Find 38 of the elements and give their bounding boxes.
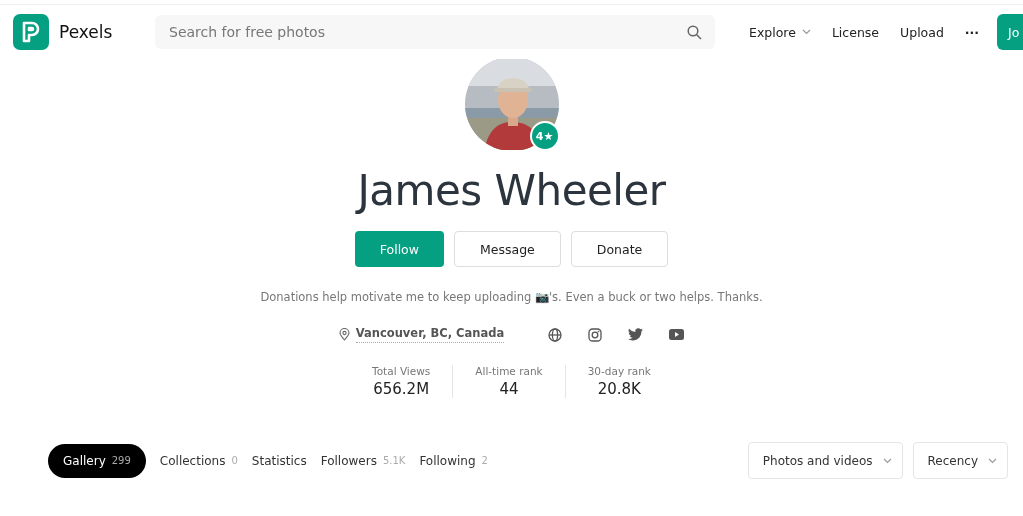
filter-dropdown[interactable]: Photos and videos: [747, 442, 903, 479]
nav-link[interactable]: Explore: [749, 24, 811, 40]
stat-value: 20.8K: [597, 380, 641, 398]
tab-count: 0: [231, 455, 238, 466]
more-menu[interactable]: ···: [964, 24, 980, 40]
action-button[interactable]: Donate: [570, 231, 669, 267]
chevron-icon: [988, 457, 997, 464]
filter-dropdown[interactable]: Recency: [912, 442, 1008, 479]
bird-icon[interactable]: [628, 328, 644, 341]
chevron-icon: [801, 29, 811, 35]
tab[interactable]: Collections 0: [152, 443, 245, 478]
nav-link[interactable]: Upload: [900, 24, 944, 40]
tab[interactable]: Gallery 299: [48, 443, 146, 478]
stat-label: All-time rank: [475, 365, 543, 377]
stat-label: Total Views: [372, 365, 431, 377]
play-icon[interactable]: [669, 329, 685, 340]
instagram-icon[interactable]: [588, 327, 603, 342]
tab-count: 299: [111, 455, 131, 466]
tab-count: 5.1K: [382, 455, 406, 466]
tab[interactable]: Statistics: [244, 443, 314, 478]
chevron-icon: [882, 457, 892, 464]
logo-icon[interactable]: [13, 14, 49, 50]
search-field[interactable]: Search for free photos: [155, 15, 715, 49]
stat-value: 44: [499, 380, 519, 398]
action-button[interactable]: Message: [454, 231, 561, 267]
location-link[interactable]: Vancouver, BC, Canada: [355, 326, 505, 343]
stat-label: 30-day rank: [587, 365, 651, 377]
location-pin-icon: [338, 328, 350, 341]
logo-text[interactable]: Pexels: [59, 22, 139, 42]
tab-count: 2: [481, 455, 488, 466]
nav-link[interactable]: License: [831, 24, 880, 40]
bio-text: Donations help motivate me to keep uploading 📷's. Even a buck or two helps. Thanks.: [260, 290, 763, 304]
search-icon[interactable]: [687, 25, 702, 40]
stat-value: 656.2M: [373, 380, 430, 398]
tab[interactable]: Following 2: [412, 443, 495, 478]
globe-icon[interactable]: [548, 327, 563, 342]
tab[interactable]: Followers 5.1K: [313, 443, 413, 478]
profile-name: James Wheeler: [357, 166, 666, 215]
